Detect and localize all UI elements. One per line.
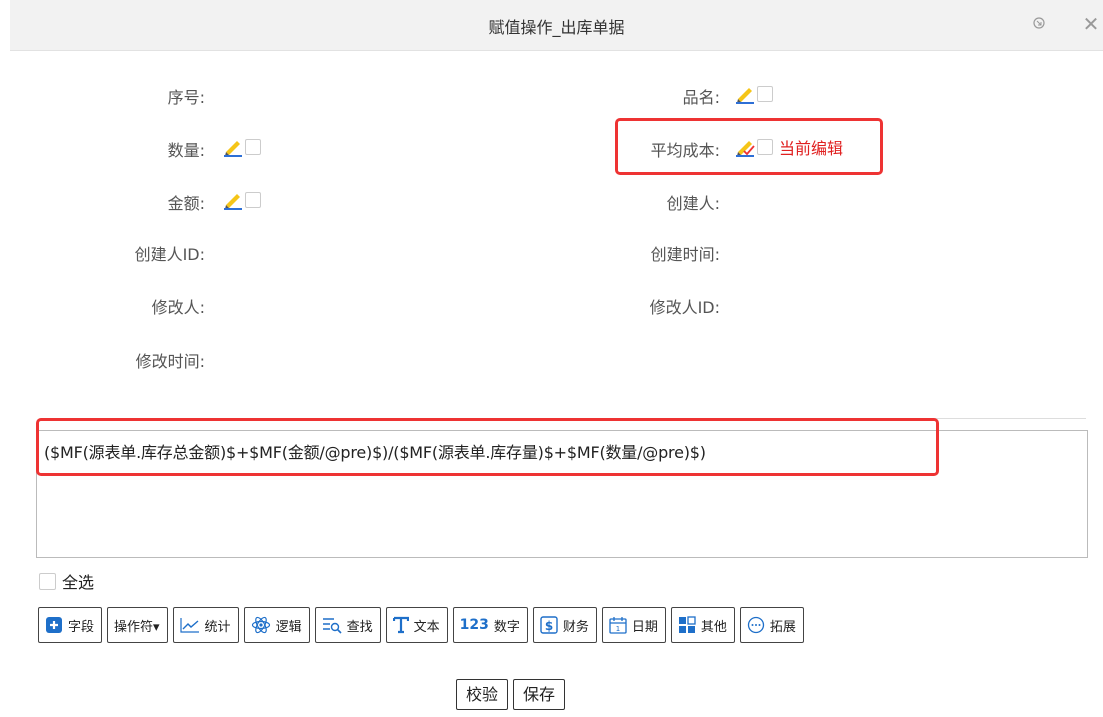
- plus-square-icon: [46, 617, 62, 633]
- field-label-creator: 创建人:: [666, 194, 720, 213]
- svg-text:$: $: [545, 619, 553, 633]
- date-button[interactable]: 1 日期: [601, 607, 666, 643]
- field-label-created-time: 创建时间:: [650, 245, 720, 264]
- product-name-checkbox[interactable]: [757, 86, 773, 102]
- logic-button[interactable]: 逻辑: [243, 607, 310, 643]
- dollar-icon: $: [540, 616, 558, 634]
- quantity-checkbox[interactable]: [245, 139, 261, 155]
- field-label-modified-time: 修改时间:: [135, 352, 205, 371]
- amount-checkbox[interactable]: [245, 192, 261, 208]
- calendar-icon: 1: [609, 617, 627, 634]
- other-button[interactable]: 其他: [670, 607, 735, 643]
- pencil-check-icon[interactable]: [734, 136, 756, 158]
- field-label-modifier: 修改人:: [151, 298, 205, 317]
- text-button[interactable]: 文本: [385, 607, 448, 643]
- field-label-amount: 金额:: [167, 194, 205, 213]
- formula-highlight: [36, 418, 939, 476]
- amount-edit-group: [222, 189, 261, 211]
- lookup-button[interactable]: 查找: [314, 607, 381, 643]
- restore-icon[interactable]: [1028, 13, 1050, 35]
- select-all-label: 全选: [62, 573, 95, 592]
- list-search-icon: [322, 618, 342, 634]
- close-icon[interactable]: ✕: [1080, 13, 1102, 35]
- field-label-modifier-id: 修改人ID:: [649, 298, 720, 317]
- svg-text:1: 1: [616, 625, 620, 633]
- operator-dropdown[interactable]: 操作符▾: [107, 607, 168, 643]
- pencil-icon[interactable]: [734, 83, 756, 105]
- field-button[interactable]: 字段: [38, 607, 103, 643]
- field-label-creator-id: 创建人ID:: [134, 245, 205, 264]
- more-circle-icon: [747, 616, 765, 634]
- pencil-icon[interactable]: [222, 189, 244, 211]
- line-chart-icon: [179, 618, 199, 633]
- avg-cost-checkbox[interactable]: [757, 139, 773, 155]
- save-button[interactable]: 保存: [513, 679, 566, 710]
- stats-button[interactable]: 统计: [172, 607, 239, 643]
- text-t-icon: [392, 616, 409, 634]
- number-button[interactable]: 123 数字: [452, 607, 528, 643]
- dialog-actions: 校验 保存: [456, 679, 570, 710]
- select-all[interactable]: 全选: [38, 569, 94, 593]
- number-123-icon: 123: [459, 617, 489, 633]
- dialog-title: 赋值操作_出库单据: [488, 18, 625, 37]
- quantity-edit-group: [222, 136, 261, 158]
- function-toolbar: 字段 操作符▾ 统计 逻辑 查找 文本 123 数字 $ 财务 1 日期 其他 …: [38, 607, 809, 643]
- validate-button[interactable]: 校验: [456, 679, 509, 710]
- finance-button[interactable]: $ 财务: [532, 607, 597, 643]
- product-name-edit-group: [734, 83, 773, 105]
- select-all-checkbox[interactable]: [39, 572, 56, 590]
- field-label-quantity: 数量:: [167, 141, 205, 160]
- atom-icon: [251, 616, 270, 634]
- field-label-avg-cost: 平均成本:: [650, 141, 720, 160]
- grid-icon: [678, 616, 696, 633]
- field-label-serial: 序号:: [167, 88, 205, 107]
- current-edit-label: 当前编辑: [779, 139, 844, 158]
- field-label-product-name: 品名:: [682, 88, 720, 107]
- dialog-titlebar: 赋值操作_出库单据 ✕: [10, 0, 1103, 51]
- avg-cost-edit-group: 当前编辑: [734, 136, 843, 158]
- pencil-icon[interactable]: [222, 136, 244, 158]
- extend-button[interactable]: 拓展: [739, 607, 804, 643]
